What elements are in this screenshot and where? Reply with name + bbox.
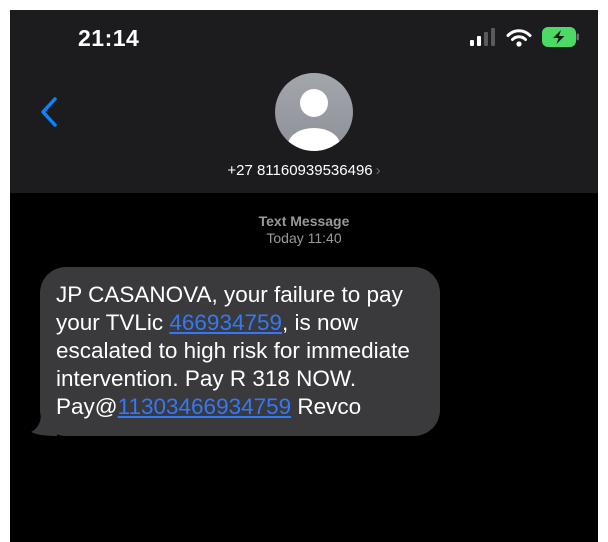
- contact-avatar[interactable]: [275, 73, 353, 151]
- back-button[interactable]: [34, 92, 64, 132]
- message-bubble: JP CASANOVA, your failure to pay your TV…: [40, 267, 440, 436]
- message-date-time: Today 11:40: [266, 230, 342, 246]
- contact-info-link[interactable]: +27 81160939536496 ›: [10, 162, 598, 179]
- incoming-message[interactable]: JP CASANOVA, your failure to pay your TV…: [31, 267, 440, 436]
- person-silhouette-icon: [288, 89, 340, 151]
- chevron-left-icon: [41, 97, 57, 127]
- message-timestamp: Text Message Today 11:40: [10, 213, 598, 247]
- signal-icon: [470, 28, 495, 46]
- status-bar-icons: [470, 24, 580, 50]
- payment-reference-link[interactable]: 11303466934759: [118, 394, 292, 419]
- tvlic-number-link[interactable]: 466934759: [169, 310, 282, 335]
- message-text-part4: Revco: [291, 394, 362, 419]
- chevron-right-icon: ›: [375, 162, 381, 179]
- battery-charging-icon: [542, 27, 579, 47]
- contact-number: +27 81160939536496: [227, 162, 373, 179]
- wifi-icon: [506, 28, 532, 47]
- status-bar-time: 21:14: [78, 25, 140, 51]
- messages-screen: 21:14 +27 81160939536496 › Text Message …: [10, 10, 598, 542]
- conversation-header: 21:14 +27 81160939536496 ›: [10, 10, 598, 193]
- message-text-part3: Pay@: [56, 394, 118, 419]
- message-type-label: Text Message: [258, 213, 350, 229]
